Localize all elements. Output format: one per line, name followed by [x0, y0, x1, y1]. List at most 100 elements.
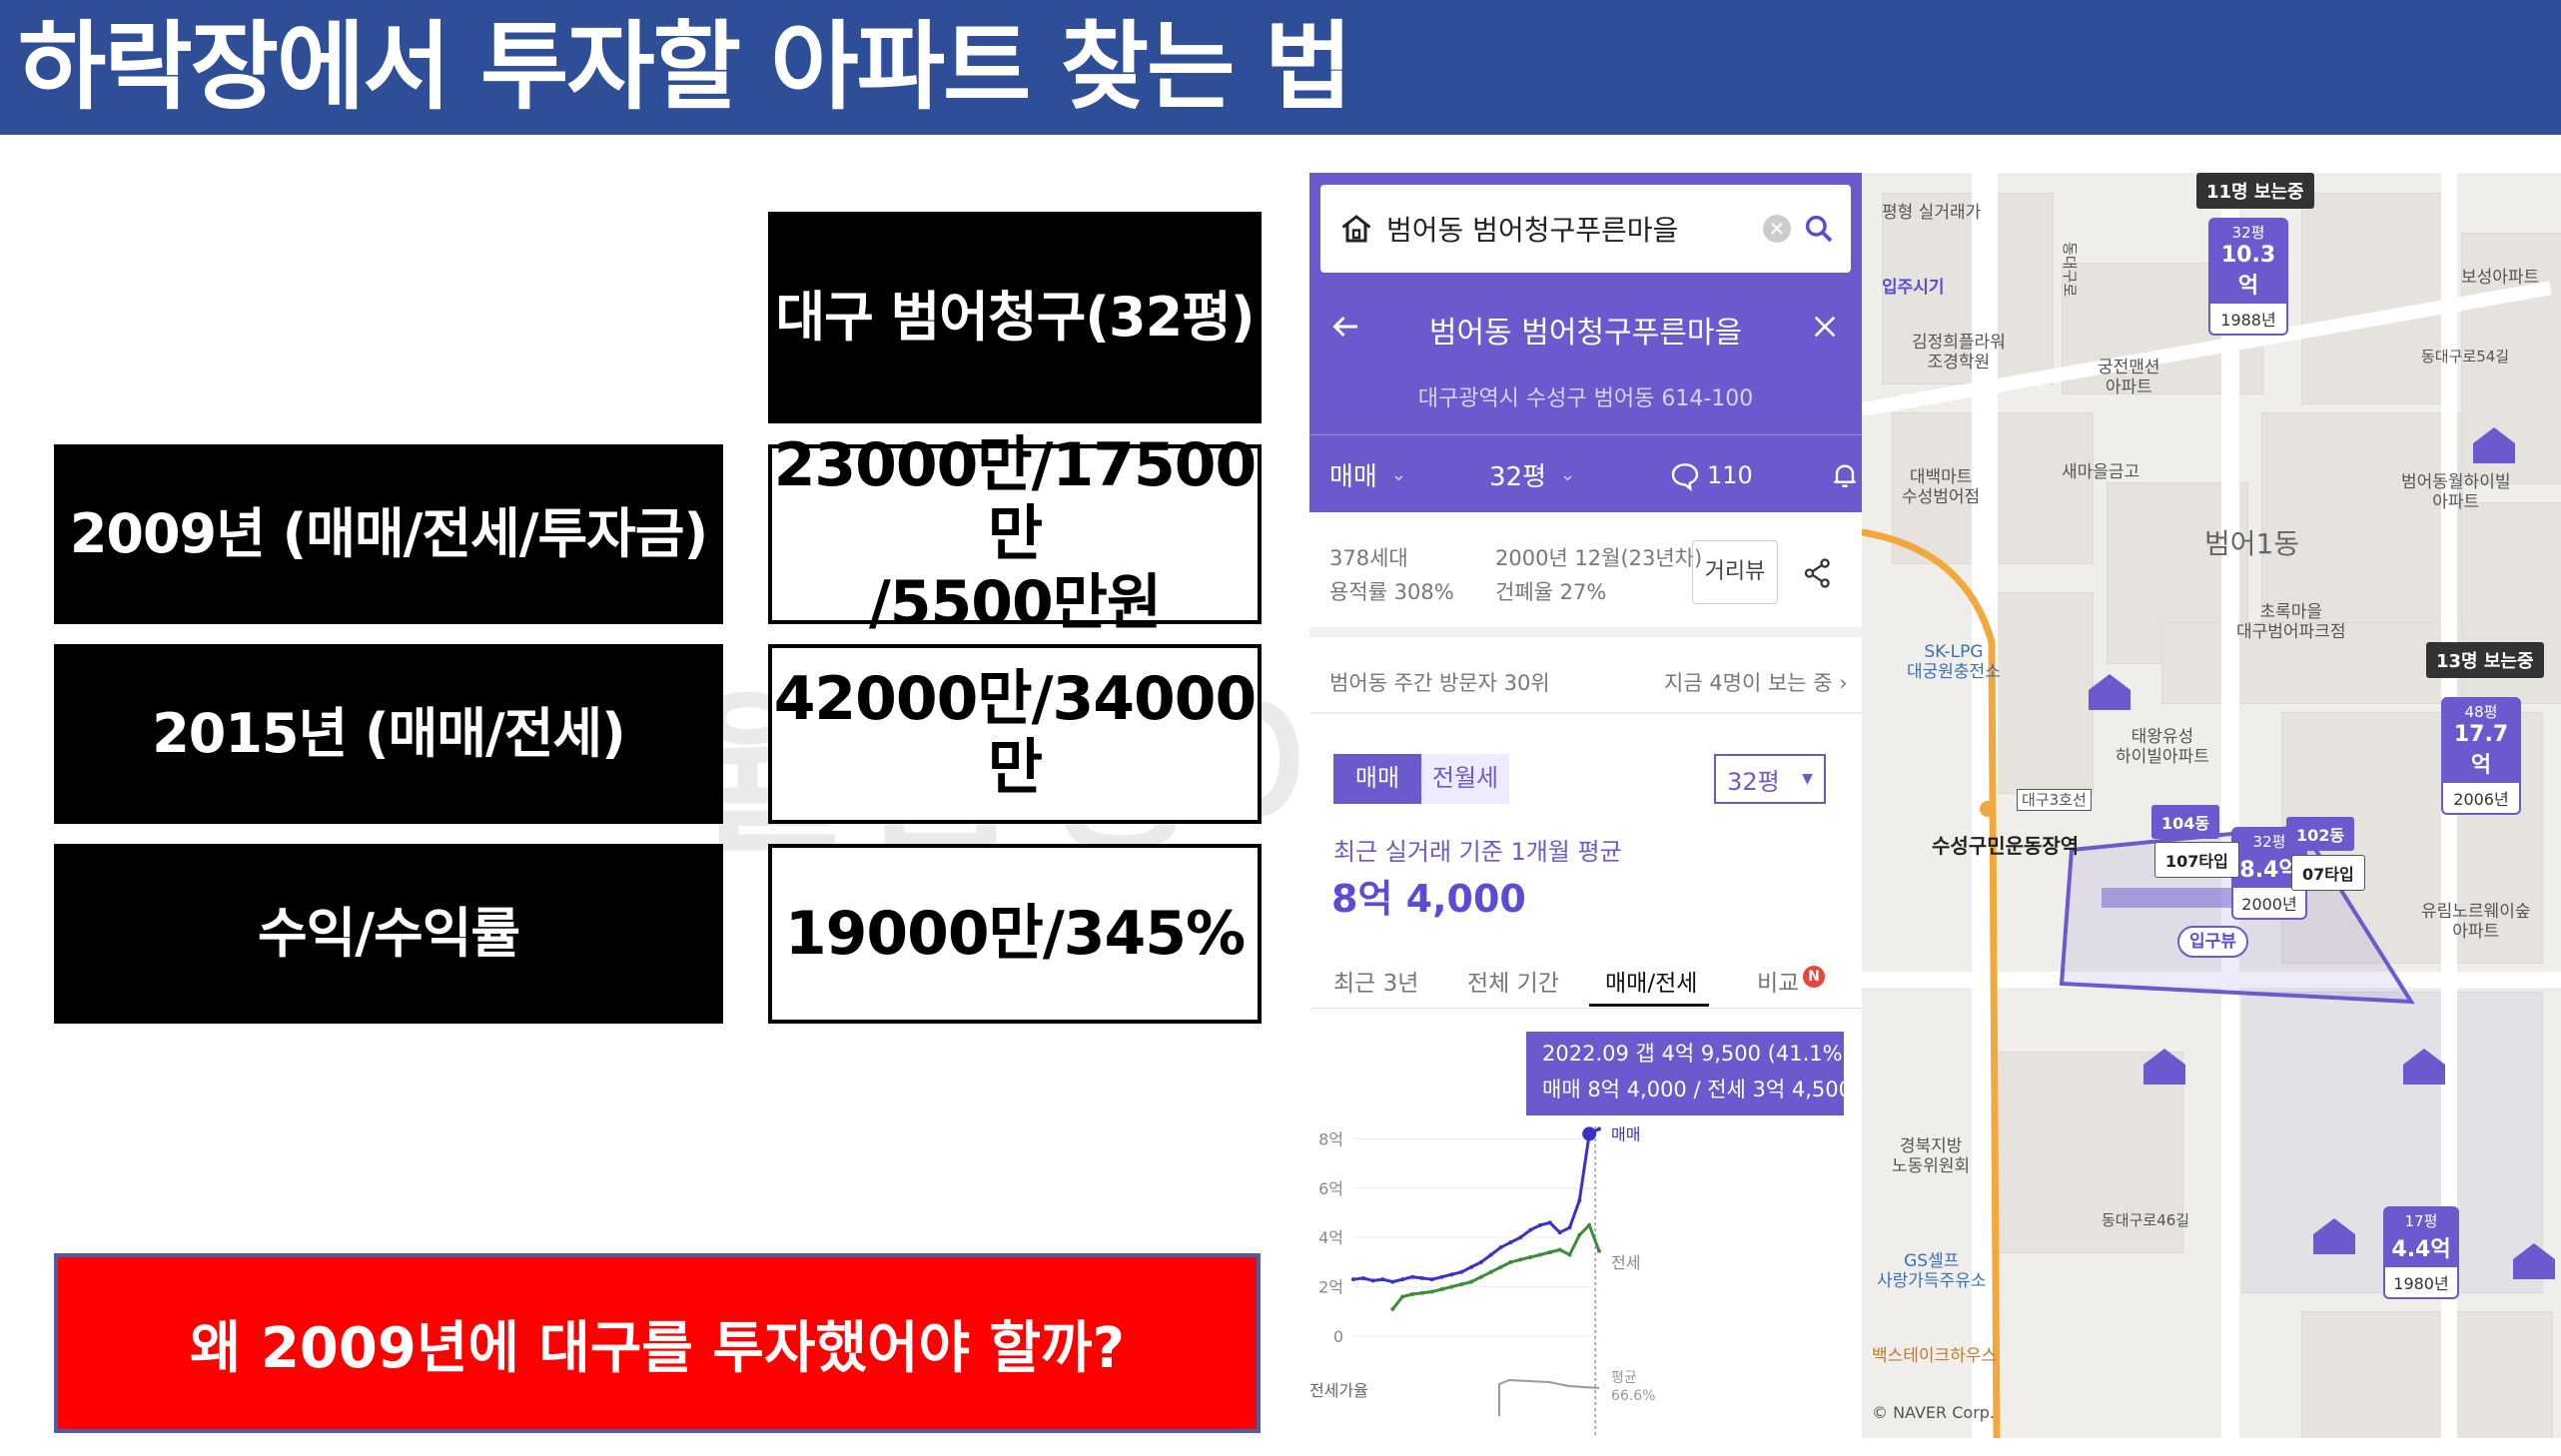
apartment-marker-icon[interactable]: [2511, 1241, 2557, 1281]
search-input-text[interactable]: 범어동 범어청구푸른마을: [1386, 209, 1678, 249]
data-point: [1597, 1126, 1601, 1131]
tab-compare[interactable]: 비교: [1757, 964, 1799, 998]
map-poi[interactable]: 범어1동: [2204, 527, 2299, 561]
chevron-down-icon: ⌄: [1560, 464, 1576, 485]
y-tick-label: 8억: [1318, 1129, 1343, 1148]
map-poi[interactable]: SK-LPG 대궁원충전소: [1907, 642, 2001, 683]
map-poi[interactable]: 범어동월하이빌 아파트: [2401, 472, 2510, 513]
tab-sale[interactable]: 매매: [1333, 754, 1421, 804]
data-point: [1488, 1252, 1493, 1257]
data-point: [1528, 1227, 1533, 1232]
map-poi[interactable]: 대백마트 수성범어점: [1902, 467, 1980, 508]
building-tag[interactable]: 107타입: [2154, 842, 2239, 878]
road-label: 동대구로46길: [2102, 1211, 2190, 1229]
map-poi[interactable]: 초록마을 대구범어파크점: [2236, 602, 2345, 643]
building-tag[interactable]: 07타입: [2291, 855, 2365, 891]
comments-count: 110: [1707, 460, 1753, 489]
entrance-view-button[interactable]: 입구뷰: [2177, 926, 2248, 959]
tab-sale-jeonse[interactable]: 매매/전세: [1605, 964, 1697, 998]
apartment-marker-icon[interactable]: [2311, 1216, 2357, 1256]
data-point: [1351, 1277, 1355, 1282]
share-icon[interactable]: [1801, 556, 1835, 590]
map-poi[interactable]: 새마을금고: [2062, 462, 2139, 482]
map-poi[interactable]: 입주시기: [1882, 278, 1945, 298]
building-tag[interactable]: 102동: [2286, 817, 2355, 851]
tooltip-gap: 2022.09 갭 4억 9,500 (41.1%): [1542, 1042, 1851, 1066]
data-point: [1439, 1274, 1444, 1279]
building-tag[interactable]: 104동: [2151, 805, 2220, 839]
data-point: [1469, 1264, 1474, 1269]
floor-area-ratio: 용적률 308%: [1329, 580, 1454, 604]
tab-all-period[interactable]: 전체 기간: [1467, 964, 1559, 998]
weekly-visitors-rank: 범어동 주간 방문자 30위: [1329, 671, 1550, 695]
column-header-cell: 대구 범어청구(32평): [768, 212, 1262, 423]
chart-tooltip: 2022.09 갭 4억 9,500 (41.1%) 매매 8억 4,000 /…: [1526, 1032, 1852, 1115]
data-point: [1400, 1277, 1405, 1282]
comments-button[interactable]: 110: [1629, 459, 1799, 491]
price-marker[interactable]: 32평 10.3억 1988년: [2208, 218, 2288, 336]
apartment-marker-icon[interactable]: [2471, 425, 2517, 465]
street-view-button[interactable]: 거리뷰: [1692, 540, 1778, 604]
data-point: [1587, 1222, 1592, 1227]
data-point: [1488, 1269, 1493, 1274]
data-point: [1439, 1287, 1444, 1292]
data-point: [1557, 1247, 1562, 1252]
divider: [1309, 1008, 1862, 1009]
data-point: [1370, 1278, 1375, 1283]
apartment-marker-icon[interactable]: [2141, 1047, 2187, 1087]
map-poi[interactable]: 백스테이크하우스: [1872, 1346, 1997, 1366]
price-chart[interactable]: 8억 6억 4억 2억 0 매매전세전세가율 평균 66.6%: [1309, 1116, 1862, 1438]
apartment-marker-icon[interactable]: [2401, 1047, 2447, 1087]
data-point: [1567, 1252, 1572, 1257]
clear-icon[interactable]: ✕: [1763, 215, 1791, 243]
size-select[interactable]: 32평 ▼: [1714, 754, 1826, 804]
data-point: [1537, 1222, 1542, 1227]
data-point: [1567, 1225, 1572, 1230]
viewing-now[interactable]: 지금 4명이 보는 중 ›: [1664, 667, 1848, 697]
close-icon[interactable]: [1809, 311, 1841, 343]
apartment-marker-icon[interactable]: [2087, 672, 2133, 712]
filter-bar: 매매 ⌄ 32평 ⌄ 110: [1309, 437, 1862, 512]
map-poi[interactable]: 경북지방 노동위원회: [1892, 1136, 1970, 1177]
data-point: [1478, 1259, 1483, 1264]
data-point: [1429, 1289, 1434, 1294]
price-marker[interactable]: 17평 4.4억 1980년: [2383, 1206, 2459, 1299]
map-poi[interactable]: 김정희플라워 조경학원: [1912, 333, 2006, 373]
trade-filter[interactable]: 매매 ⌄: [1309, 456, 1449, 493]
data-point: [1419, 1275, 1424, 1280]
panel-header: 범어동 범어청구푸른마을 ✕ 범어동 범어청구푸른마을 대구광역시 수성구 범어…: [1309, 173, 1862, 512]
data-point: [1400, 1294, 1405, 1299]
tab-rent[interactable]: 전월세: [1421, 754, 1509, 804]
map-poi[interactable]: 평형 실거래가: [1882, 203, 1981, 223]
row-label-2015: 2015년 (매매/전세): [54, 644, 723, 824]
data-point: [1577, 1198, 1582, 1203]
map-poi[interactable]: GS셀프 사랑가득주유소: [1877, 1251, 1986, 1292]
tab-recent-3y[interactable]: 최근 3년: [1333, 964, 1418, 998]
slide-title: 하락장에서 투자할 아파트 찾는 법: [18, 11, 1352, 123]
search-bar[interactable]: 범어동 범어청구푸른마을 ✕: [1320, 185, 1851, 273]
map-poi[interactable]: 대구3호선: [2017, 789, 2092, 811]
trade-filter-label: 매매: [1329, 462, 1377, 492]
ratio-avg-value: 66.6%: [1611, 1388, 1655, 1404]
bell-icon[interactable]: [1829, 459, 1861, 491]
section-gap: [1309, 627, 1862, 637]
road-label: 동대구로54길: [2421, 348, 2510, 365]
map-poi[interactable]: 보성아파트: [2461, 268, 2539, 288]
map-poi[interactable]: 태왕유성 하이빌아파트: [2116, 727, 2209, 768]
data-point: [1459, 1269, 1464, 1274]
ratio-line: [1498, 1378, 1600, 1416]
data-point: [1449, 1272, 1454, 1277]
y-tick-label: 2억: [1318, 1278, 1343, 1297]
viewers-badge: 11명 보는중: [2196, 173, 2314, 209]
map-poi[interactable]: 유림노르웨이숲 아파트: [2421, 902, 2530, 943]
question-banner: 왜 2009년에 대구를 투자했어야 할까?: [54, 1253, 1261, 1433]
map-poi[interactable]: 수성구민운동장역: [1932, 834, 2079, 858]
road-label: 동대구로: [2061, 242, 2079, 298]
size-filter[interactable]: 32평 ⌄: [1449, 456, 1629, 493]
row-value-2015: 42000만/34000만: [768, 644, 1262, 824]
map-poi[interactable]: 궁전맨션 아파트: [2098, 358, 2160, 398]
data-point: [1419, 1290, 1424, 1295]
map-view[interactable]: 평형 실거래가 입주시기 김정희플라워 조경학원 궁전맨션 아파트 보성아파트 …: [1862, 173, 2561, 1438]
price-marker[interactable]: 48평 17.7억 2006년: [2441, 697, 2521, 815]
search-icon[interactable]: [1803, 213, 1835, 245]
